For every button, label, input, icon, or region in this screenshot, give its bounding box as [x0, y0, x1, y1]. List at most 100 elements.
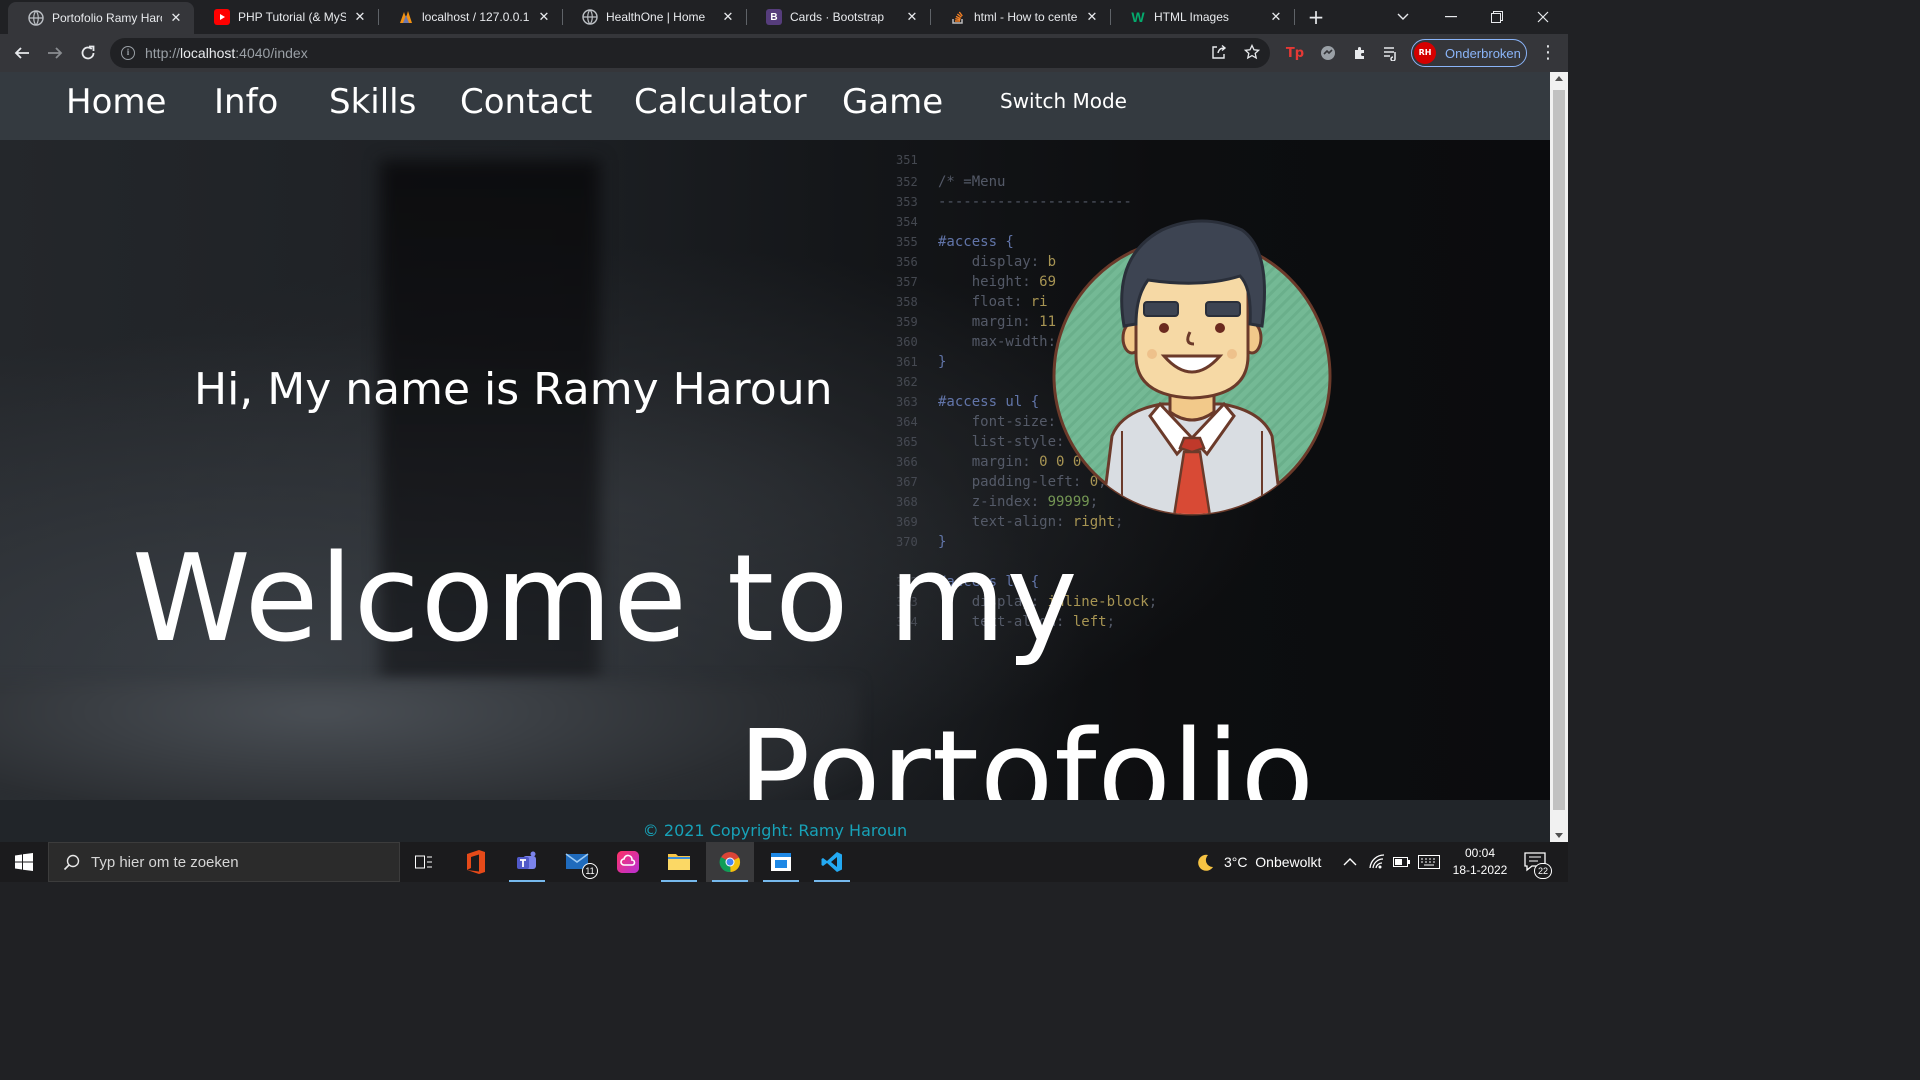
- windows-logo-icon: [15, 853, 33, 871]
- taskbar-mail[interactable]: 11: [554, 842, 602, 882]
- close-icon[interactable]: ✕: [1084, 9, 1100, 25]
- nav-calculator[interactable]: Calculator: [634, 82, 807, 122]
- restore-icon: [1491, 11, 1503, 23]
- tab-strip: Portofolio Ramy Haroun ✕ PHP Tutorial (&…: [0, 0, 1568, 34]
- wifi-icon: [1369, 854, 1385, 869]
- tab-title: HealthOne | Home: [606, 10, 706, 24]
- search-placeholder: Typ hier om te zoeken: [91, 854, 239, 871]
- address-bar[interactable]: i http://localhost:4040/index: [110, 38, 1270, 68]
- bookmark-star-icon[interactable]: [1243, 43, 1261, 62]
- nav-game[interactable]: Game: [842, 82, 943, 122]
- tab-title: HTML Images: [1154, 10, 1229, 24]
- chevron-up-icon: [1343, 858, 1357, 866]
- close-icon[interactable]: ✕: [536, 9, 552, 25]
- weather-widget[interactable]: 3°C Onbewolkt: [1196, 842, 1321, 882]
- extensions-puzzle-icon[interactable]: [1350, 43, 1370, 63]
- tray-chevron[interactable]: [1343, 842, 1357, 882]
- youtube-icon: [214, 9, 230, 25]
- extension-tp-icon[interactable]: Tp: [1285, 43, 1305, 63]
- url-text[interactable]: http://localhost:4040/index: [145, 45, 308, 61]
- app-running-indicator: [712, 880, 748, 882]
- nav-contact[interactable]: Contact: [460, 82, 592, 122]
- taskbar-chrome[interactable]: [706, 842, 754, 882]
- weather-text: 3°C Onbewolkt: [1224, 854, 1322, 870]
- welcome-heading-line1: Welcome to my: [132, 530, 1079, 669]
- taskbar-search[interactable]: Typ hier om te zoeken: [48, 842, 400, 882]
- search-icon: [63, 854, 81, 872]
- tab-bootstrap-cards[interactable]: B Cards · Bootstrap ✕: [746, 0, 930, 34]
- forward-button[interactable]: [43, 41, 67, 65]
- profile-avatar-illustration: [1052, 219, 1332, 516]
- stackoverflow-icon: [950, 9, 966, 25]
- close-icon[interactable]: ✕: [168, 10, 184, 26]
- extension-shield-icon[interactable]: [1318, 43, 1338, 63]
- close-icon[interactable]: ✕: [720, 9, 736, 25]
- switch-mode-button[interactable]: Switch Mode: [1000, 89, 1127, 113]
- bootstrap-icon: B: [766, 9, 782, 25]
- close-icon[interactable]: ✕: [904, 9, 920, 25]
- close-icon[interactable]: ✕: [352, 9, 368, 25]
- task-view-button[interactable]: [400, 842, 448, 882]
- tab-healthone[interactable]: HealthOne | Home ✕: [562, 0, 746, 34]
- scroll-down-icon[interactable]: [1555, 833, 1563, 838]
- scrollbar-thumb[interactable]: [1553, 90, 1565, 810]
- back-button[interactable]: [10, 41, 34, 65]
- start-button[interactable]: [0, 842, 48, 882]
- info-icon[interactable]: i: [121, 46, 135, 60]
- arrow-right-icon: [48, 47, 63, 59]
- chevron-down-icon: [1397, 13, 1409, 20]
- tab-separator: [1294, 9, 1295, 25]
- phpmyadmin-icon: [398, 9, 414, 25]
- close-window-button[interactable]: [1520, 0, 1566, 34]
- app-running-indicator: [661, 880, 697, 882]
- taskbar-vscode[interactable]: [808, 842, 856, 882]
- notification-center[interactable]: 22: [1524, 842, 1552, 882]
- app-running-indicator: [509, 880, 545, 882]
- profile-button[interactable]: RH Onderbroken: [1411, 39, 1527, 67]
- tab-html-images[interactable]: W HTML Images ✕: [1110, 0, 1294, 34]
- tab-title: localhost / 127.0.0.1 /: [422, 10, 530, 24]
- tray-network[interactable]: [1368, 842, 1386, 882]
- reload-icon: [81, 45, 95, 60]
- navbar: Home Info Skills Contact Calculator Game…: [0, 72, 1550, 140]
- tray-battery[interactable]: [1393, 842, 1411, 882]
- nav-info[interactable]: Info: [214, 82, 278, 122]
- taskbar-file-explorer[interactable]: [655, 842, 703, 882]
- restore-button[interactable]: [1474, 0, 1520, 34]
- nav-skills[interactable]: Skills: [329, 82, 416, 122]
- reload-button[interactable]: [76, 41, 100, 65]
- tab-phpmyadmin[interactable]: localhost / 127.0.0.1 / ✕: [378, 0, 562, 34]
- tab-title: Cards · Bootstrap: [790, 10, 885, 24]
- tab-portfolio[interactable]: Portofolio Ramy Haroun ✕: [8, 2, 194, 34]
- share-icon[interactable]: [1210, 44, 1228, 62]
- new-tab-button[interactable]: +: [1306, 7, 1326, 27]
- nav-home[interactable]: Home: [66, 82, 166, 122]
- menu-dots-icon[interactable]: ⋮: [1538, 43, 1558, 63]
- close-icon[interactable]: ✕: [1268, 9, 1284, 25]
- window-app-icon: [771, 853, 791, 871]
- minimize-icon: [1445, 16, 1457, 18]
- clock-time: 00:04: [1464, 846, 1496, 860]
- taskbar-office[interactable]: [452, 842, 500, 882]
- browser-toolbar: i http://localhost:4040/index Tp RH Onde…: [0, 34, 1568, 72]
- globe-icon: [28, 10, 44, 26]
- folder-icon: [668, 854, 690, 870]
- page-scrollbar[interactable]: [1550, 72, 1568, 842]
- media-queue-icon[interactable]: [1381, 43, 1401, 63]
- mail-badge: 11: [582, 863, 598, 879]
- scroll-up-icon[interactable]: [1555, 76, 1563, 81]
- tab-search-button[interactable]: [1380, 0, 1426, 34]
- minimize-button[interactable]: [1428, 0, 1474, 34]
- tab-title: html - How to center: [974, 10, 1078, 24]
- taskbar-app-window[interactable]: [757, 842, 805, 882]
- page-viewport: Home Info Skills Contact Calculator Game…: [0, 72, 1550, 842]
- tab-stackoverflow[interactable]: html - How to center ✕: [930, 0, 1110, 34]
- app-running-indicator: [763, 880, 799, 882]
- task-view-icon: [415, 855, 432, 869]
- creative-cloud-icon: [617, 851, 639, 873]
- system-clock[interactable]: 00:04 18-1-2022: [1448, 845, 1512, 879]
- taskbar-creative-cloud[interactable]: [604, 842, 652, 882]
- tray-keyboard[interactable]: [1418, 842, 1440, 882]
- tab-php-tutorial[interactable]: PHP Tutorial (& MySQL ✕: [194, 0, 378, 34]
- taskbar-teams[interactable]: [503, 842, 551, 882]
